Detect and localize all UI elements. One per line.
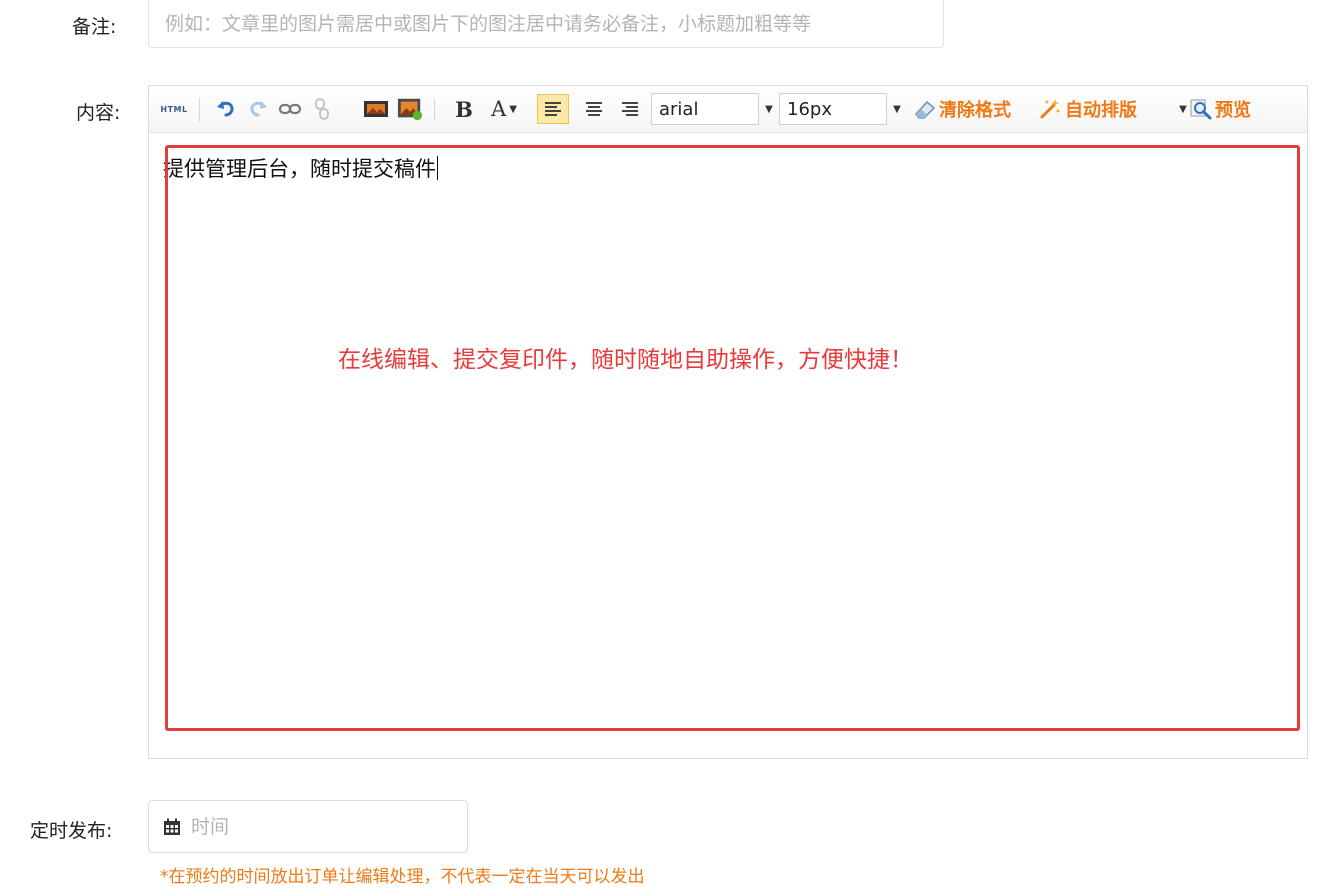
preview-label: 预览 xyxy=(1215,100,1251,121)
remark-input[interactable] xyxy=(148,0,944,48)
undo-button[interactable] xyxy=(213,96,239,122)
redo-button[interactable] xyxy=(245,96,271,122)
annotation-text: 在线编辑、提交复印件，随时随地自助操作，方便快捷！ xyxy=(338,347,913,373)
preview-button[interactable]: 预览 xyxy=(1189,96,1251,122)
remark-label: 备注: xyxy=(72,16,117,38)
undo-icon xyxy=(217,101,234,117)
eraser-icon xyxy=(915,100,936,119)
clear-format-label: 清除格式 xyxy=(939,100,1011,121)
font-size-select[interactable]: 16px xyxy=(779,93,887,125)
html-source-button[interactable]: HTML xyxy=(157,96,191,122)
unlink-button[interactable] xyxy=(309,96,335,122)
calendar-icon xyxy=(164,818,180,835)
redo-icon xyxy=(250,101,267,117)
font-size-dropdown-icon[interactable]: ▼ xyxy=(889,94,905,124)
font-color-button[interactable]: A ▼ xyxy=(483,96,525,122)
schedule-hint: *在预约的时间放出订单让编辑处理，不代表一定在当天可以发出 xyxy=(160,867,645,887)
font-family-value: arial xyxy=(659,98,699,120)
align-left-button[interactable] xyxy=(537,94,569,124)
article-form: 备注: 内容: HTML xyxy=(0,0,1329,894)
link-icon xyxy=(278,103,302,115)
insert-image-button[interactable] xyxy=(397,96,423,122)
font-color-label: A xyxy=(491,97,507,121)
insert-image-icon xyxy=(397,98,423,121)
font-size-value: 16px xyxy=(787,98,832,120)
magnifier-icon xyxy=(1190,99,1212,120)
bold-button[interactable]: B xyxy=(451,96,477,122)
align-right-button[interactable] xyxy=(617,96,643,122)
schedule-time-field[interactable] xyxy=(148,800,468,853)
align-right-icon xyxy=(622,102,638,116)
annotation-box xyxy=(165,145,1300,731)
align-center-icon xyxy=(586,102,602,116)
caret-down-icon: ▼ xyxy=(509,103,517,115)
align-center-button[interactable] xyxy=(581,96,607,122)
unlink-icon xyxy=(315,98,329,120)
magic-wand-icon xyxy=(1040,99,1060,119)
toolbar-separator xyxy=(434,98,435,122)
image-icon xyxy=(364,101,388,117)
schedule-label: 定时发布: xyxy=(30,820,113,842)
toolbar-separator xyxy=(199,98,200,122)
clear-format-button[interactable]: 清除格式 xyxy=(913,96,1011,122)
content-label: 内容: xyxy=(76,102,121,124)
editor-toolbar: HTML B A ▼ arial ▼ 16px ▼ 清除格式 自动排版 ▼ 预览 xyxy=(149,86,1307,133)
auto-layout-button[interactable]: 自动排版 xyxy=(1039,96,1137,122)
schedule-time-input[interactable] xyxy=(189,814,433,839)
align-left-icon xyxy=(545,102,561,116)
link-button[interactable] xyxy=(277,96,303,122)
auto-layout-label: 自动排版 xyxy=(1065,100,1137,121)
image-button[interactable] xyxy=(363,96,389,122)
font-family-dropdown-icon[interactable]: ▼ xyxy=(761,94,777,124)
font-family-select[interactable]: arial xyxy=(651,93,759,125)
